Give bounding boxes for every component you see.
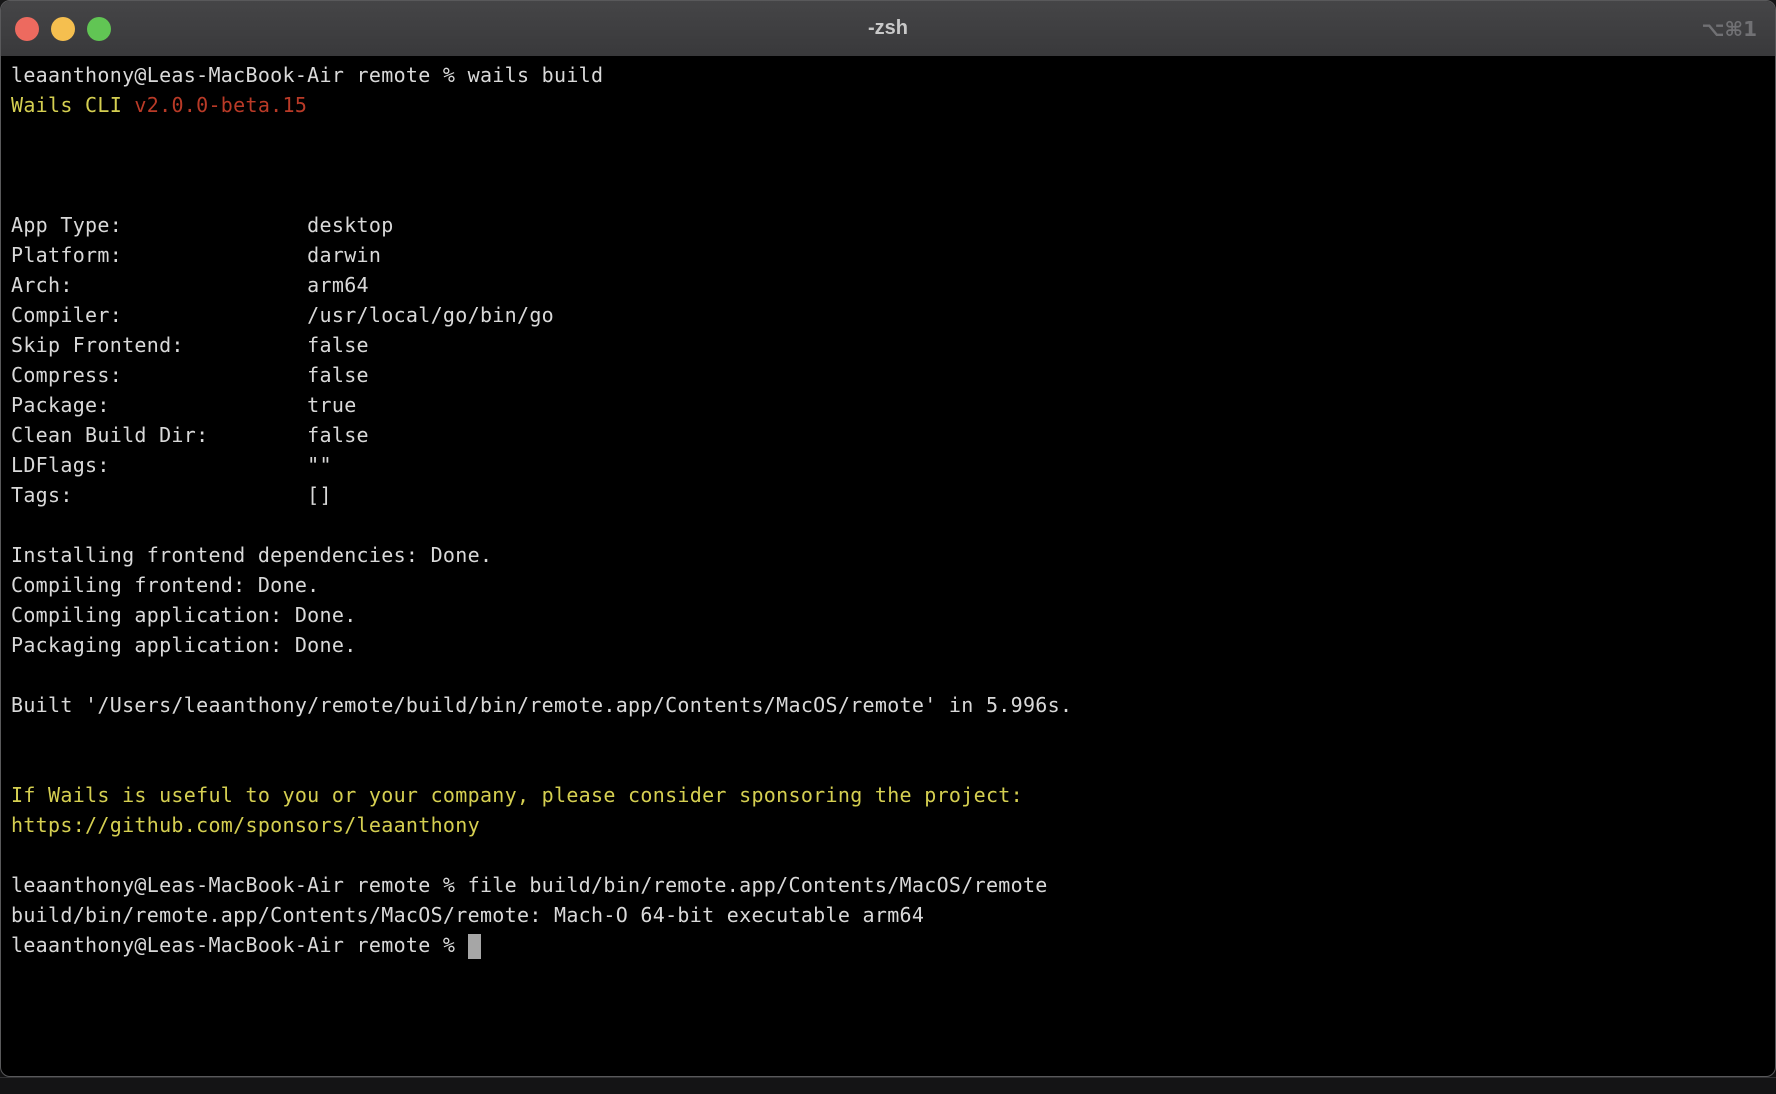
terminal-line xyxy=(11,720,1765,750)
terminal-text-segment: v2.0.0-beta.15 xyxy=(134,93,307,117)
terminal-line xyxy=(11,750,1765,780)
terminal-window: -zsh ⌥⌘1 leaanthony@Leas-MacBook-Air rem… xyxy=(0,0,1776,1077)
traffic-lights xyxy=(1,17,111,41)
terminal-line: LDFlags: "" xyxy=(11,450,1765,480)
terminal-text-segment: leaanthony@Leas-MacBook-Air remote % wai… xyxy=(11,63,603,87)
terminal-line: https://github.com/sponsors/leaanthony xyxy=(11,810,1765,840)
titlebar[interactable]: -zsh ⌥⌘1 xyxy=(1,1,1775,57)
terminal-line: App Type: desktop xyxy=(11,210,1765,240)
terminal-text-segment: Packaging application: Done. xyxy=(11,633,357,657)
terminal-line: Installing frontend dependencies: Done. xyxy=(11,540,1765,570)
terminal-text-segment: leaanthony@Leas-MacBook-Air remote % fil… xyxy=(11,873,1048,897)
terminal-text-segment: Built '/Users/leaanthony/remote/build/bi… xyxy=(11,693,1072,717)
terminal-text-segment: https://github.com/sponsors/leaanthony xyxy=(11,813,480,837)
terminal-text-segment: Compiler: /usr/local/go/bin/go xyxy=(11,303,554,327)
terminal-line: Clean Build Dir: false xyxy=(11,420,1765,450)
terminal-text-segment: build/bin/remote.app/Contents/MacOS/remo… xyxy=(11,903,924,927)
terminal-line: Packaging application: Done. xyxy=(11,630,1765,660)
terminal-line xyxy=(11,660,1765,690)
terminal-line: Compiling application: Done. xyxy=(11,600,1765,630)
desktop-background xyxy=(0,1077,1776,1094)
terminal-text-segment: Tags: [] xyxy=(11,483,332,507)
terminal-line: Built '/Users/leaanthony/remote/build/bi… xyxy=(11,690,1765,720)
terminal-line: Package: true xyxy=(11,390,1765,420)
zoom-button[interactable] xyxy=(87,17,111,41)
terminal-text-segment: App Type: desktop xyxy=(11,213,394,237)
terminal-text-segment: Clean Build Dir: false xyxy=(11,423,369,447)
terminal-line xyxy=(11,510,1765,540)
terminal-line: Compiler: /usr/local/go/bin/go xyxy=(11,300,1765,330)
terminal-line xyxy=(11,840,1765,870)
terminal-text-segment: Compiling application: Done. xyxy=(11,603,357,627)
terminal-text-segment: Compiling frontend: Done. xyxy=(11,573,320,597)
terminal-text-segment: Wails CLI xyxy=(11,93,134,117)
terminal-text-segment: Compress: false xyxy=(11,363,369,387)
minimize-button[interactable] xyxy=(51,17,75,41)
terminal-text-segment: Platform: darwin xyxy=(11,243,381,267)
window-title: -zsh xyxy=(1,17,1775,40)
terminal-line: If Wails is useful to you or your compan… xyxy=(11,780,1765,810)
terminal-line: Compress: false xyxy=(11,360,1765,390)
terminal-text-segment: Skip Frontend: false xyxy=(11,333,369,357)
terminal-line: Arch: arm64 xyxy=(11,270,1765,300)
terminal-text-segment: LDFlags: "" xyxy=(11,453,332,477)
window-shortcut-badge: ⌥⌘1 xyxy=(1701,17,1757,41)
terminal-line: leaanthony@Leas-MacBook-Air remote % xyxy=(11,930,1765,960)
terminal-screen[interactable]: leaanthony@Leas-MacBook-Air remote % wai… xyxy=(1,57,1775,963)
terminal-line: leaanthony@Leas-MacBook-Air remote % fil… xyxy=(11,870,1765,900)
terminal-text-segment: leaanthony@Leas-MacBook-Air remote % xyxy=(11,933,468,957)
terminal-line: Wails CLI v2.0.0-beta.15 xyxy=(11,90,1765,120)
terminal-line: Platform: darwin xyxy=(11,240,1765,270)
terminal-text-segment: Package: true xyxy=(11,393,357,417)
close-button[interactable] xyxy=(15,17,39,41)
terminal-text-segment: If Wails is useful to you or your compan… xyxy=(11,783,1023,807)
terminal-line: Skip Frontend: false xyxy=(11,330,1765,360)
terminal-line: Tags: [] xyxy=(11,480,1765,510)
terminal-line xyxy=(11,120,1765,150)
terminal-line xyxy=(11,150,1765,180)
terminal-text-segment: Arch: arm64 xyxy=(11,273,369,297)
terminal-line: leaanthony@Leas-MacBook-Air remote % wai… xyxy=(11,60,1765,90)
terminal-text-segment: Installing frontend dependencies: Done. xyxy=(11,543,492,567)
terminal-line: build/bin/remote.app/Contents/MacOS/remo… xyxy=(11,900,1765,930)
terminal-line: Compiling frontend: Done. xyxy=(11,570,1765,600)
terminal-cursor xyxy=(468,934,481,959)
terminal-line xyxy=(11,180,1765,210)
